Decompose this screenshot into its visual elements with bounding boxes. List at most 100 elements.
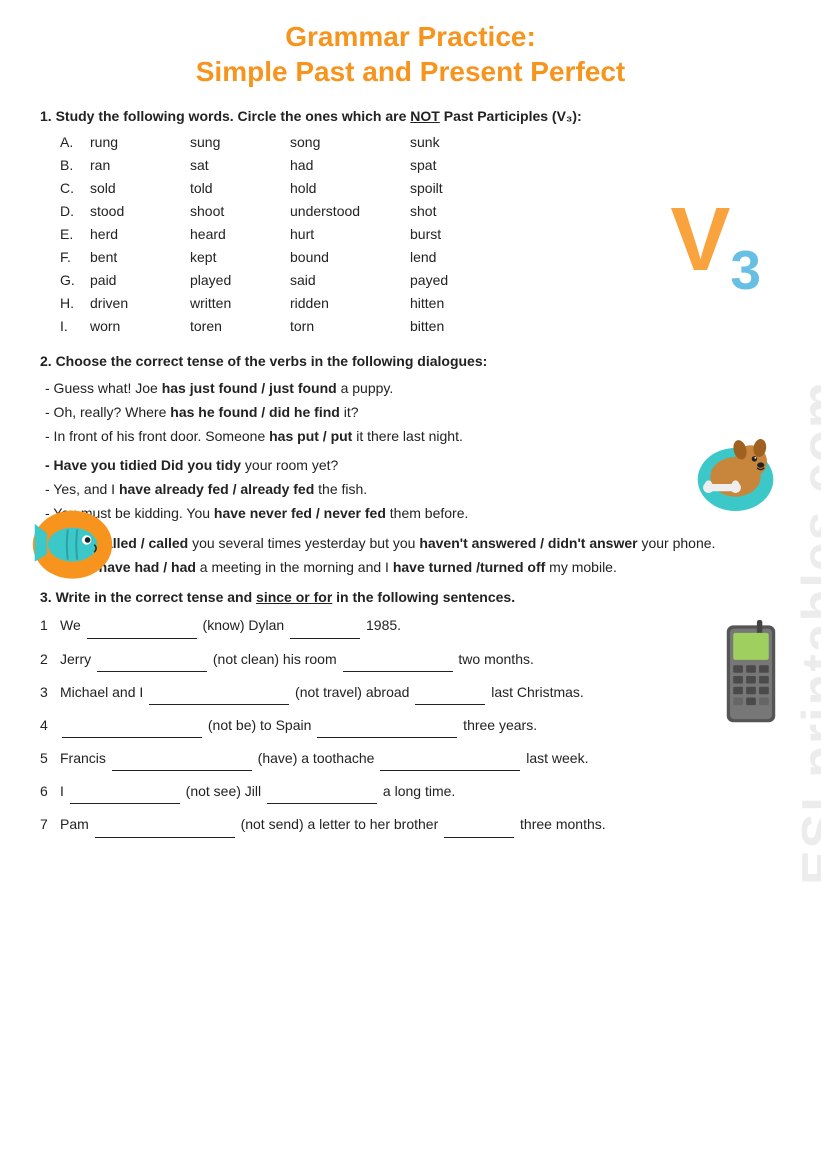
word-col1: worn	[90, 316, 190, 337]
dialogue-bold-text: has just found / just found	[162, 380, 337, 396]
dialogue-text: my mobile.	[545, 559, 617, 575]
section3-title: 3. Write in the correct tense and since …	[40, 589, 781, 605]
fill-blank-2	[444, 822, 514, 838]
title-line1: Grammar Practice:	[40, 20, 781, 54]
word-col3: bound	[290, 247, 410, 268]
sentence-row: 5Francis (have) a toothache last week.	[40, 746, 781, 771]
v3-badge: V3	[670, 195, 761, 298]
word-col3: hurt	[290, 224, 410, 245]
word-row: B. ran sat had spat	[60, 155, 781, 176]
word-col4: spat	[410, 155, 490, 176]
dialogue-block: - Guess what! Joe has just found / just …	[45, 377, 781, 579]
word-col4: spoilt	[410, 178, 490, 199]
word-col4: shot	[410, 201, 490, 222]
word-col2: sat	[190, 155, 290, 176]
dialogue-bold-text: has put / put	[269, 428, 352, 444]
word-letter: C.	[60, 178, 90, 199]
sentence-number: 3	[40, 680, 60, 705]
fill-blank-1	[87, 623, 197, 639]
dialogue-line: - Sorry I have had / had a meeting in th…	[45, 556, 781, 580]
fill-blank-2	[317, 722, 457, 738]
word-col1: sold	[90, 178, 190, 199]
word-col1: ran	[90, 155, 190, 176]
v3-letter: V	[670, 190, 730, 290]
sentence-row: 7Pam (not send) a letter to her brother …	[40, 812, 781, 837]
sentence-text: I (not see) Jill a long time.	[60, 779, 781, 804]
word-letter: G.	[60, 270, 90, 291]
dialogue-bold-text: have turned /turned off	[393, 559, 545, 575]
word-letter: I.	[60, 316, 90, 337]
sentence-text: Jerry (not clean) his room two months.	[60, 647, 781, 672]
section1-title: 1. Study the following words. Circle the…	[40, 108, 781, 124]
sentence-row: 1We (know) Dylan 1985.	[40, 613, 781, 638]
fill-blank-2	[380, 755, 520, 771]
sentence-text: (not be) to Spain three years.	[60, 713, 781, 738]
word-col3: song	[290, 132, 410, 153]
dialogue-bold-text: - Have you tidied Did you tidy	[45, 457, 241, 473]
fill-blank-2	[415, 689, 485, 705]
word-col2: toren	[190, 316, 290, 337]
dialogue-line: - You must be kidding. You have never fe…	[45, 502, 781, 526]
word-col1: stood	[90, 201, 190, 222]
dialogue-text: - In front of his front door. Someone	[45, 428, 269, 444]
word-col2: kept	[190, 247, 290, 268]
sentence-text: Pam (not send) a letter to her brother t…	[60, 812, 781, 837]
word-col4: payed	[410, 270, 490, 291]
sentence-number: 4	[40, 713, 60, 738]
sentence-number: 7	[40, 812, 60, 837]
fill-blank-1	[95, 822, 235, 838]
fill-blank-2	[267, 788, 377, 804]
word-col3: hold	[290, 178, 410, 199]
fill-blank-1	[97, 656, 207, 672]
dialogue-line: - I have called / called you several tim…	[45, 532, 781, 556]
dialogue-line: - Oh, really? Where has he found / did h…	[45, 401, 781, 425]
sentence-row: 2Jerry (not clean) his room two months.	[40, 647, 781, 672]
sentence-text: Michael and I (not travel) abroad last C…	[60, 680, 781, 705]
word-col1: rung	[90, 132, 190, 153]
fill-blank-1	[70, 788, 180, 804]
word-letter: H.	[60, 293, 90, 314]
word-letter: B.	[60, 155, 90, 176]
word-col2: sung	[190, 132, 290, 153]
word-col4: lend	[410, 247, 490, 268]
word-col3: understood	[290, 201, 410, 222]
phone-illustration	[716, 620, 786, 720]
dialogue-text: - Yes, and I	[45, 481, 119, 497]
section1-instruction-start: 1. Study the following words. Circle the…	[40, 108, 410, 124]
word-row: A. rung sung song sunk	[60, 132, 781, 153]
dialogue-line: - Have you tidied Did you tidy your room…	[45, 454, 781, 478]
word-col1: paid	[90, 270, 190, 291]
section3-instruction-start: 3. Write in the correct tense and	[40, 589, 256, 605]
sentence-row: 6I (not see) Jill a long time.	[40, 779, 781, 804]
dog-illustration	[686, 430, 776, 510]
sentence-number: 5	[40, 746, 60, 771]
word-col2: played	[190, 270, 290, 291]
watermark: ESLprintables.com	[791, 380, 821, 885]
dialogue-bold-text: have never fed / never fed	[214, 505, 386, 521]
dialogue-text: you several times yesterday but you	[188, 535, 419, 551]
dialogue-line: - Yes, and I have already fed / already …	[45, 478, 781, 502]
fish-illustration	[30, 505, 115, 580]
word-col1: driven	[90, 293, 190, 314]
dialogue-text: - Guess what! Joe	[45, 380, 162, 396]
title-line2: Simple Past and Present Perfect	[40, 54, 781, 90]
sentence-row: 3Michael and I (not travel) abroad last …	[40, 680, 781, 705]
dialogue-line: - Guess what! Joe has just found / just …	[45, 377, 781, 401]
word-letter: A.	[60, 132, 90, 153]
word-col1: bent	[90, 247, 190, 268]
fill-blank-1	[62, 722, 202, 738]
word-col4: bitten	[410, 316, 490, 337]
title-block: Grammar Practice: Simple Past and Presen…	[40, 20, 781, 90]
word-col3: had	[290, 155, 410, 176]
word-col3: ridden	[290, 293, 410, 314]
dialogue-bold-text: has he found / did he find	[170, 404, 340, 420]
sentence-row: 4 (not be) to Spain three years.	[40, 713, 781, 738]
section2-instruction: 2. Choose the correct tense of the verbs…	[40, 353, 487, 369]
dialogue-bold-text: haven't answered / didn't answer	[419, 535, 637, 551]
fill-blank-2	[290, 623, 360, 639]
section3-instruction-end: in the following sentences.	[332, 589, 515, 605]
word-letter: F.	[60, 247, 90, 268]
dialogue-text: a puppy.	[337, 380, 394, 396]
sentences-container: 1We (know) Dylan 1985. 2Jerry (not clean)…	[40, 613, 781, 837]
dialogue-text: a meeting in the morning and I	[196, 559, 393, 575]
